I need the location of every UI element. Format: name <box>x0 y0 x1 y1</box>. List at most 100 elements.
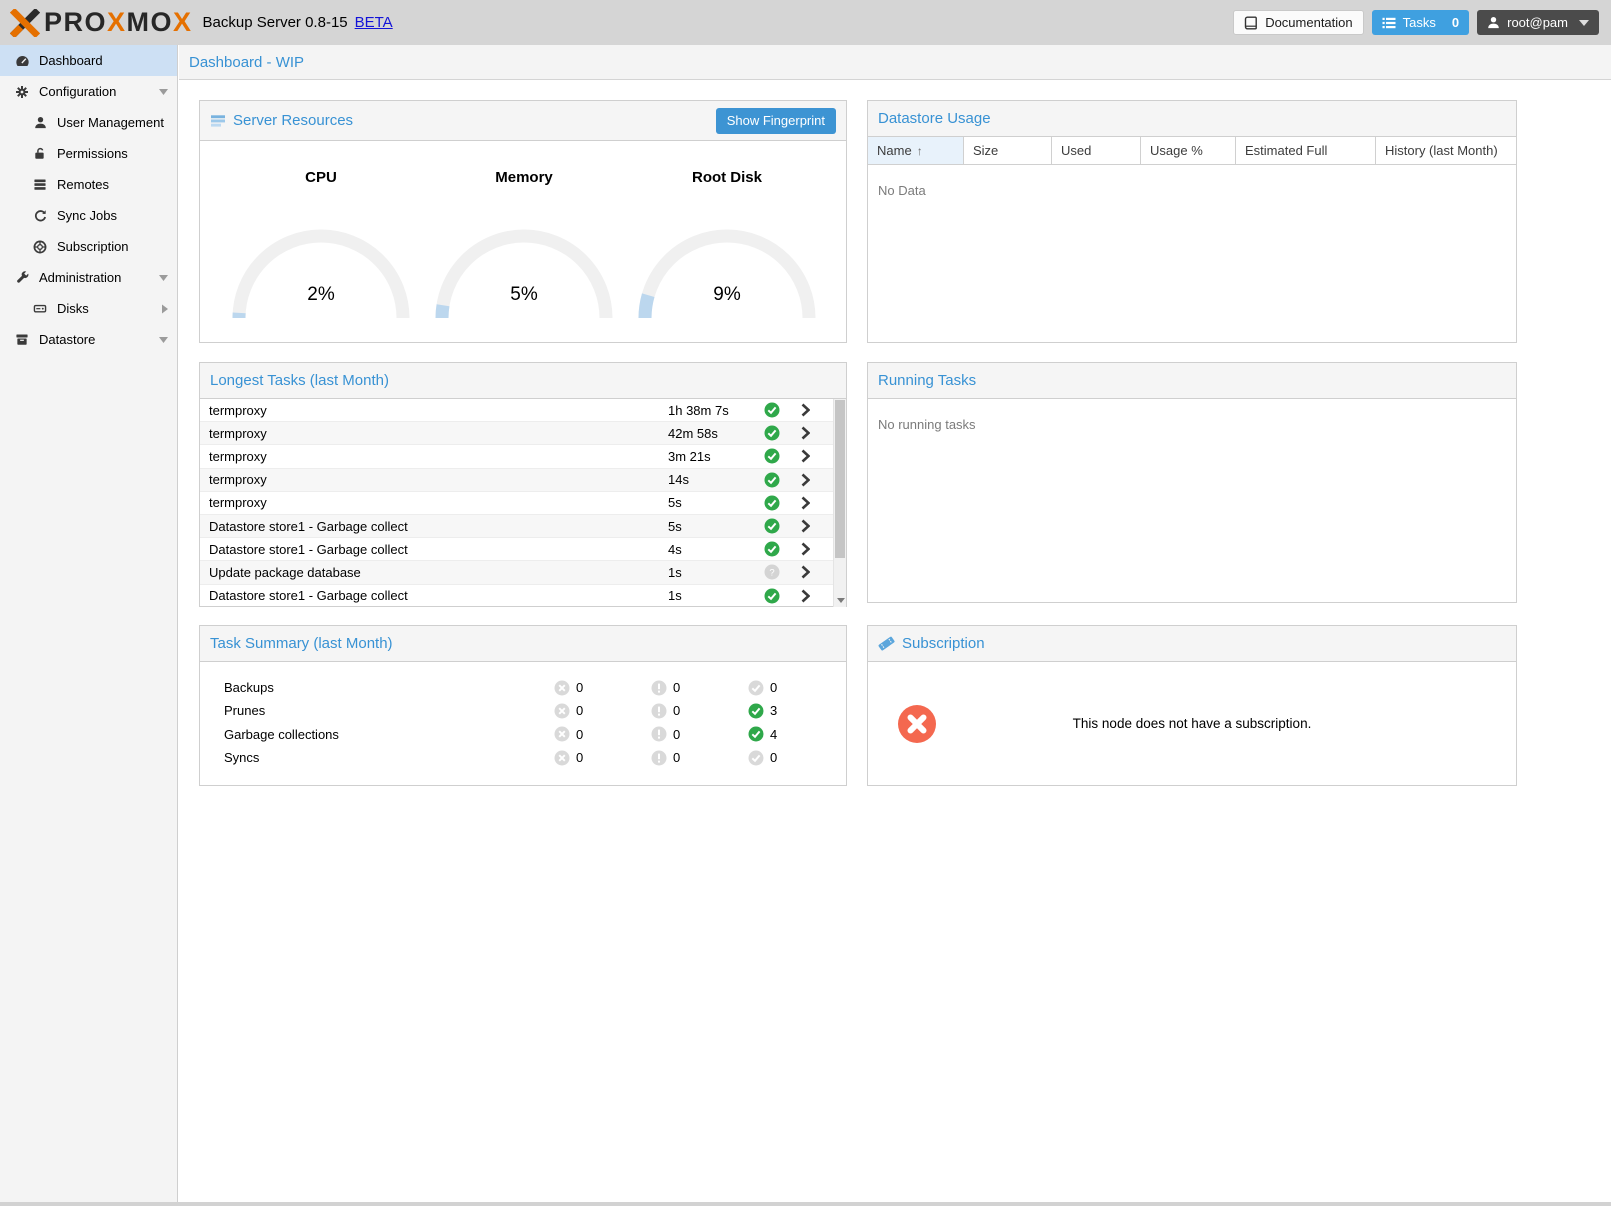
gauge-arc <box>632 225 822 325</box>
brand-segment: MO <box>127 7 174 37</box>
task-row[interactable]: Datastore store1 - Garbage collect4s <box>200 538 846 561</box>
expander-down-icon[interactable] <box>159 275 168 281</box>
user-label: root@pam <box>1507 15 1568 30</box>
sidebar-item-administration[interactable]: Administration <box>0 262 177 293</box>
book-icon <box>1244 16 1258 30</box>
task-row[interactable]: termproxy1h 38m 7s <box>200 399 846 422</box>
subscription-body: This node does not have a subscription. <box>868 662 1516 785</box>
tasks-button[interactable]: Tasks 0 <box>1372 10 1469 35</box>
column-header-estimated-full[interactable]: Estimated Full <box>1236 137 1376 164</box>
ok-count-icon <box>748 703 764 719</box>
task-name: termproxy <box>209 449 668 464</box>
warning-count: 0 <box>673 680 680 695</box>
sidebar-item-remotes[interactable]: Remotes <box>0 169 177 200</box>
documentation-button[interactable]: Documentation <box>1233 10 1363 35</box>
remotes-icon <box>30 178 50 191</box>
column-header-usage[interactable]: Usage % <box>1141 137 1236 164</box>
task-open-chevron[interactable] <box>786 403 824 417</box>
proxmox-x-icon <box>10 9 40 37</box>
error-count: 0 <box>576 703 583 718</box>
chevron-down-icon <box>1579 20 1589 26</box>
column-header-used[interactable]: Used <box>1052 137 1141 164</box>
task-open-chevron[interactable] <box>786 589 824 603</box>
warning-count-icon <box>651 703 667 719</box>
task-open-chevron[interactable] <box>786 519 824 533</box>
show-fingerprint-button[interactable]: Show Fingerprint <box>716 108 836 134</box>
running-tasks-panel: Running Tasks No running tasks <box>867 362 1517 603</box>
task-duration: 1h 38m 7s <box>668 403 758 418</box>
task-open-chevron[interactable] <box>786 473 824 487</box>
task-open-chevron[interactable] <box>786 449 824 463</box>
task-duration: 4s <box>668 542 758 557</box>
column-header-label: Name <box>877 143 912 158</box>
user-icon <box>30 116 50 129</box>
sidebar-item-dashboard[interactable]: Dashboard <box>0 45 177 76</box>
sidebar-item-datastore[interactable]: Datastore <box>0 324 177 355</box>
task-open-chevron[interactable] <box>786 542 824 556</box>
status-ok-icon <box>764 448 780 464</box>
expander-down-icon[interactable] <box>159 337 168 343</box>
status-ok-icon <box>764 402 780 418</box>
beta-link[interactable]: BETA <box>355 14 393 31</box>
sidebar-item-permissions[interactable]: Permissions <box>0 138 177 169</box>
task-row[interactable]: termproxy3m 21s <box>200 445 846 468</box>
sidebar-item-sync-jobs[interactable]: Sync Jobs <box>0 200 177 231</box>
tasks-label: Tasks <box>1403 15 1436 30</box>
ok-count-icon <box>748 680 764 696</box>
sidebar-item-disks[interactable]: Disks <box>0 293 177 324</box>
summary-label: Prunes <box>200 703 554 718</box>
task-row[interactable]: Datastore store1 - Garbage collect1s <box>200 585 846 608</box>
datastore-usage-empty-text: No Data <box>878 183 1506 198</box>
status-ok-icon <box>764 541 780 557</box>
column-header-label: Usage % <box>1150 143 1203 158</box>
sidebar-item-label: Administration <box>39 270 121 285</box>
sidebar-item-configuration[interactable]: Configuration <box>0 76 177 107</box>
column-header-name[interactable]: Name↑ <box>868 137 964 164</box>
user-menu-button[interactable]: root@pam <box>1477 10 1599 35</box>
gauge-arc <box>429 225 619 325</box>
column-header-size[interactable]: Size <box>964 137 1052 164</box>
task-row[interactable]: termproxy14s <box>200 469 846 492</box>
server-resources-body: CPU2%Memory5%Root Disk9% <box>200 141 846 343</box>
scrollbar-down-button[interactable] <box>834 594 846 607</box>
top-bar: PROXMOX Backup Server 0.8-15 BETA Docume… <box>0 0 1611 45</box>
task-row[interactable]: Datastore store1 - Garbage collect5s <box>200 515 846 538</box>
task-duration: 5s <box>668 495 758 510</box>
running-tasks-empty-text: No running tasks <box>878 417 1506 432</box>
column-header-label: Estimated Full <box>1245 143 1327 158</box>
task-row[interactable]: termproxy42m 58s <box>200 422 846 445</box>
task-open-chevron[interactable] <box>786 565 824 579</box>
status-ok-icon <box>764 518 780 534</box>
page-title-bar: Dashboard - WIP <box>179 45 1611 80</box>
expander-down-icon[interactable] <box>159 89 168 95</box>
column-header-history-last-month[interactable]: History (last Month) <box>1376 137 1516 164</box>
task-duration: 14s <box>668 472 758 487</box>
ticket-icon <box>878 636 895 651</box>
task-duration: 42m 58s <box>668 426 758 441</box>
task-list-icon <box>1382 16 1396 30</box>
sidebar-item-subscription[interactable]: Subscription <box>0 231 177 262</box>
sidebar: DashboardConfiguration User Management Per… <box>0 45 178 1202</box>
brand-segment: PRO <box>44 7 107 37</box>
task-duration: 3m 21s <box>668 449 758 464</box>
sidebar-item-user-management[interactable]: User Management <box>0 107 177 138</box>
task-row[interactable]: Update package database1s? <box>200 561 846 584</box>
error-count-icon <box>554 726 570 742</box>
server-resources-icon <box>210 114 226 128</box>
task-name: Update package database <box>209 565 668 580</box>
task-open-chevron[interactable] <box>786 426 824 440</box>
warning-count-icon <box>651 680 667 696</box>
vertical-scrollbar[interactable] <box>833 399 846 607</box>
sidebar-item-label: User Management <box>57 115 164 130</box>
sidebar-item-label: Disks <box>57 301 89 316</box>
gauge-value: 5% <box>429 284 619 306</box>
ok-count-icon <box>748 750 764 766</box>
expander-right-icon[interactable] <box>162 304 168 313</box>
task-row[interactable]: termproxy5s <box>200 492 846 515</box>
scrollbar-thumb[interactable] <box>835 400 845 558</box>
datastore-usage-title: Datastore Usage <box>878 110 991 127</box>
gauge-memory: Memory5% <box>429 159 619 343</box>
error-count-icon <box>554 703 570 719</box>
task-open-chevron[interactable] <box>786 496 824 510</box>
task-name: termproxy <box>209 426 668 441</box>
